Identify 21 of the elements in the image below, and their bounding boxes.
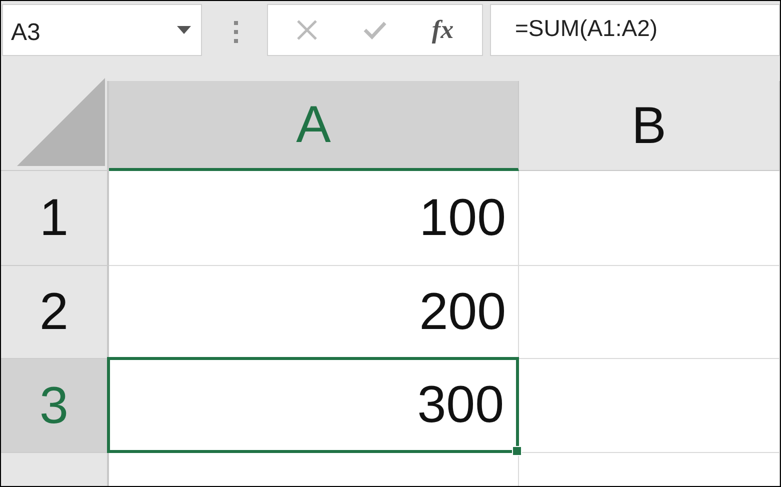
- table-cell[interactable]: 300: [107, 357, 519, 453]
- row-header[interactable]: 3: [1, 359, 109, 453]
- row-header[interactable]: 1: [1, 171, 109, 266]
- triangle-icon: [17, 78, 105, 166]
- table-cell[interactable]: 100: [109, 171, 519, 266]
- column-header[interactable]: A: [109, 81, 519, 171]
- name-box[interactable]: A3: [2, 4, 202, 56]
- cancel-icon[interactable]: [296, 19, 318, 41]
- check-icon[interactable]: [363, 20, 388, 40]
- table-cell[interactable]: 200: [109, 266, 519, 359]
- row-header[interactable]: 2: [1, 266, 109, 359]
- formula-field[interactable]: =SUM(A1:A2): [490, 4, 780, 56]
- column-header[interactable]: B: [519, 81, 780, 171]
- fill-handle[interactable]: [512, 446, 522, 456]
- grip-icon: [234, 21, 238, 43]
- table-cell[interactable]: [519, 266, 780, 359]
- select-all-corner[interactable]: [1, 81, 109, 171]
- insert-function-button[interactable]: fx: [432, 15, 454, 45]
- table-cell[interactable]: [519, 171, 780, 266]
- caret-icon[interactable]: [177, 26, 191, 34]
- table-cell[interactable]: [519, 359, 780, 453]
